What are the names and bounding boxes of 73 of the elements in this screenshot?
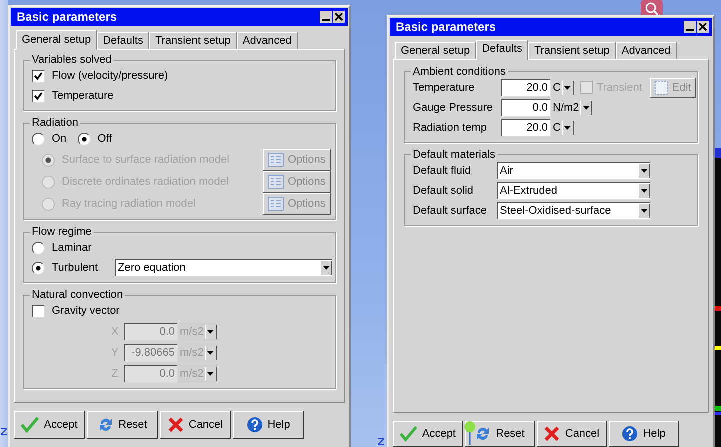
checkbox[interactable] <box>32 304 45 318</box>
group-title: Flow regime <box>31 226 93 238</box>
checkmark-icon <box>21 417 40 433</box>
axis-marker-icon <box>1 428 7 436</box>
radio-button[interactable] <box>32 242 45 254</box>
checkbox[interactable] <box>32 90 45 102</box>
field-label: Default fluid <box>413 164 472 177</box>
dialog-button[interactable]: Accept <box>14 411 85 439</box>
group-title: Default materials <box>412 148 497 161</box>
refresh-arrows-icon <box>475 426 492 442</box>
tab[interactable]: Advanced <box>236 32 298 49</box>
refresh-arrows-icon <box>98 417 114 433</box>
window-title: Basic parameters <box>396 20 496 34</box>
dialog-button[interactable]: Cancel <box>160 411 231 439</box>
dialog-button[interactable]: Help <box>233 411 304 439</box>
unit-dropdown[interactable]: C <box>551 118 574 137</box>
tab[interactable]: Transient setup <box>149 32 237 49</box>
radio-label[interactable]: On <box>52 133 67 145</box>
checkmark-icon <box>400 426 418 442</box>
field-label: Temperature <box>413 82 476 94</box>
checkbox-label[interactable]: Temperature <box>52 90 114 102</box>
dialog-button[interactable]: Accept <box>393 421 463 447</box>
unit-dropdown[interactable]: C <box>551 78 574 97</box>
checkbox-label[interactable]: Gravity vector <box>52 305 120 317</box>
list-icon <box>268 153 284 167</box>
help-icon <box>246 417 263 433</box>
field-label: Gauge Pressure <box>413 102 494 114</box>
axis-marker-icon <box>378 438 384 446</box>
close-icon <box>168 417 184 433</box>
dialog-button[interactable]: Reset <box>465 421 535 447</box>
tab[interactable]: Transient setup <box>528 42 616 59</box>
list-icon <box>268 175 284 189</box>
close-icon <box>544 426 560 442</box>
radio-label[interactable]: Laminar <box>52 242 110 254</box>
tab[interactable]: Defaults <box>476 40 528 60</box>
pin-marker-icon <box>464 421 476 445</box>
group-title: Ambient conditions <box>412 66 507 78</box>
group-title: Natural convection <box>31 289 124 301</box>
field-label: Default solid <box>413 184 475 197</box>
close-icon[interactable] <box>697 20 709 33</box>
dropdown-field[interactable]: Zero equation <box>115 259 333 277</box>
unit-dropdown[interactable]: N/m2 <box>551 98 592 117</box>
tab[interactable]: General setup <box>16 30 98 50</box>
minimize-icon[interactable] <box>684 20 696 33</box>
window-title: Basic parameters <box>17 10 118 24</box>
group-title: Radiation <box>31 117 80 129</box>
input-field[interactable]: 0.0 <box>501 98 551 117</box>
input-field[interactable]: 20.0 <box>501 118 551 137</box>
tab[interactable]: Defaults <box>97 32 150 49</box>
checkbox-label[interactable]: Flow (velocity/pressure) <box>52 70 168 82</box>
field-label: Default surface <box>413 204 488 217</box>
dialog-button[interactable]: Cancel <box>537 421 607 447</box>
tab[interactable]: General setup <box>395 42 476 59</box>
dialog-button[interactable]: Help <box>609 421 679 447</box>
help-icon <box>622 426 638 442</box>
list-icon <box>268 197 284 211</box>
tab[interactable]: Advanced <box>616 42 677 59</box>
radio-label[interactable]: Off <box>98 133 112 145</box>
input-field[interactable]: 20.0 <box>501 78 551 97</box>
group-title: Variables solved <box>31 54 113 66</box>
minimize-icon[interactable] <box>320 11 332 23</box>
dialog-button[interactable]: Reset <box>87 411 158 439</box>
radio-button[interactable] <box>32 262 45 274</box>
radio-button[interactable] <box>78 132 91 146</box>
radio-button[interactable] <box>32 132 45 146</box>
close-icon[interactable] <box>333 11 345 23</box>
field-label: Radiation temp <box>413 122 488 134</box>
dropdown-field[interactable]: Steel-Oxidised-surface <box>497 202 651 220</box>
checkbox[interactable] <box>32 70 45 82</box>
radio-label[interactable]: Turbulent <box>52 262 110 274</box>
document-icon <box>655 80 668 95</box>
dropdown-field[interactable]: Al-Extruded <box>497 182 651 200</box>
dropdown-field[interactable]: Air <box>497 162 651 180</box>
